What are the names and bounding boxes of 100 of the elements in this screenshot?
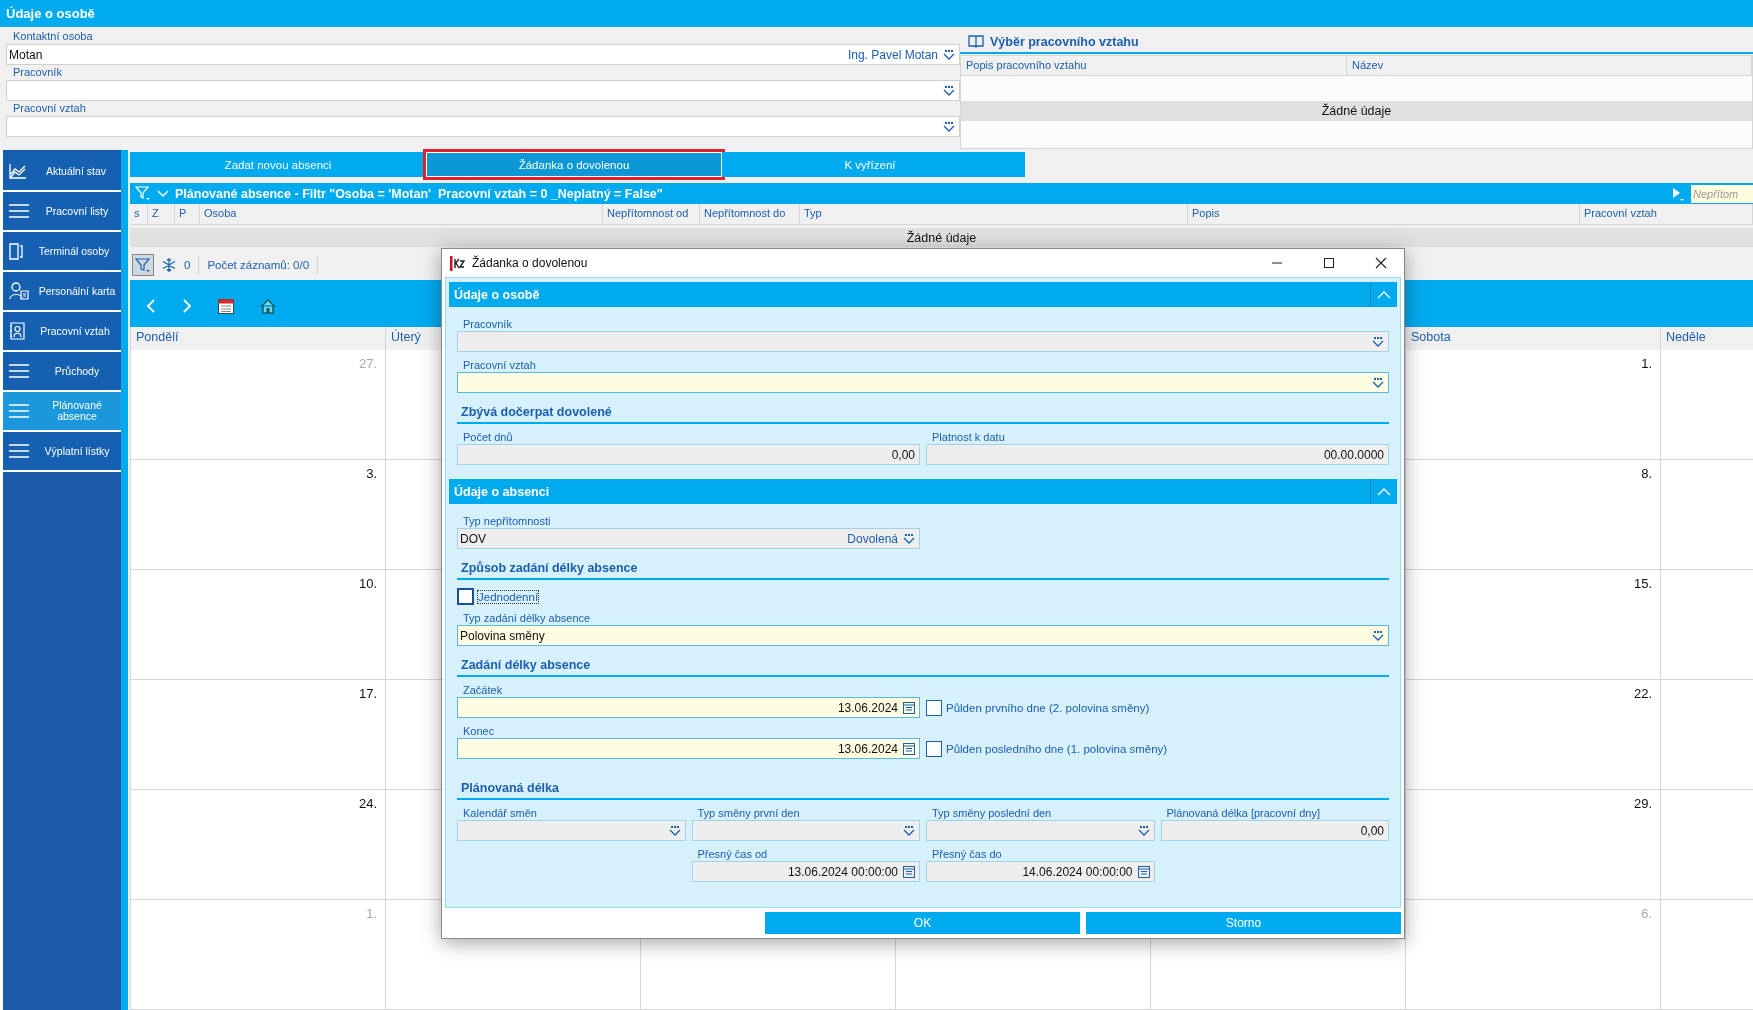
sidebar-item[interactable]: Terminál osoby bbox=[3, 232, 121, 272]
calendar-icon[interactable] bbox=[903, 742, 915, 755]
date-field[interactable]: 13.06.2024 00:00:00 bbox=[691, 861, 920, 882]
maximize-icon[interactable] bbox=[1323, 257, 1335, 269]
input-field[interactable]: Motan Ing. Pavel Motan bbox=[6, 44, 960, 65]
checkbox-label[interactable]: Jednodenní bbox=[478, 590, 539, 603]
dropdown-field[interactable]: Polovina směny bbox=[457, 625, 1389, 646]
calendar-icon[interactable] bbox=[218, 298, 234, 314]
calendar-cell[interactable] bbox=[1660, 680, 1753, 790]
door-icon bbox=[9, 242, 23, 260]
section-header: Údaje o osobě bbox=[0, 0, 1753, 27]
dropdown-icon[interactable] bbox=[943, 85, 955, 96]
dropdown-icon[interactable] bbox=[903, 533, 915, 544]
weekday-header: Úterý bbox=[391, 330, 421, 344]
close-icon[interactable] bbox=[1375, 257, 1387, 269]
input-field[interactable] bbox=[6, 116, 960, 137]
calendar-icon[interactable] bbox=[903, 701, 915, 714]
day-number: 24. bbox=[358, 796, 377, 811]
checkbox[interactable] bbox=[926, 699, 942, 716]
date-field[interactable]: 13.06.2024 bbox=[457, 738, 920, 759]
home-icon[interactable] bbox=[260, 298, 276, 314]
checkbox-label[interactable]: Půlden prvního dne (2. polovina směny) bbox=[946, 701, 1150, 714]
calendar-cell[interactable] bbox=[1660, 350, 1753, 460]
sidebar-item[interactable]: Pracovní listy bbox=[3, 192, 121, 232]
person-book-icon bbox=[9, 322, 25, 340]
calendar-cell[interactable] bbox=[1660, 460, 1753, 570]
input-field[interactable]: 0,00 bbox=[457, 444, 920, 465]
dropdown-field[interactable] bbox=[691, 820, 920, 841]
empty-message: Žádné údaje bbox=[1321, 104, 1392, 118]
filter-icon[interactable] bbox=[135, 186, 151, 201]
input-field[interactable]: 00.00.0000 bbox=[926, 444, 1389, 465]
dropdown-icon[interactable] bbox=[1137, 825, 1150, 836]
column-header[interactable]: Z bbox=[148, 204, 175, 224]
tab[interactable]: Žádanka o dovolenou bbox=[426, 152, 722, 177]
field-label: Pracovník bbox=[12, 65, 63, 80]
calendar-cell[interactable] bbox=[1660, 570, 1753, 680]
list-icon bbox=[9, 444, 29, 458]
dropdown-icon[interactable] bbox=[943, 121, 955, 132]
subsection-title: Zbývá dočerpat dovolené bbox=[457, 393, 1389, 424]
person-card-icon bbox=[9, 282, 29, 300]
dropdown-field[interactable] bbox=[457, 331, 1389, 352]
dropdown-icon[interactable] bbox=[1372, 630, 1384, 641]
sidebar-item[interactable]: Personální karta bbox=[3, 272, 121, 312]
column-header[interactable]: s bbox=[130, 204, 148, 224]
sidebar-item[interactable]: Průchody bbox=[3, 352, 121, 392]
column-header[interactable]: Název bbox=[1347, 56, 1752, 75]
checkbox-label[interactable]: Půlden posledního dne (1. polovina směny) bbox=[946, 742, 1168, 755]
column-header[interactable]: P bbox=[175, 204, 200, 224]
dropdown-field[interactable] bbox=[457, 372, 1389, 393]
calendar-icon[interactable] bbox=[903, 865, 915, 878]
chevron-up-icon[interactable] bbox=[1377, 290, 1391, 299]
day-number: 17. bbox=[358, 686, 377, 701]
chevron-down-icon[interactable] bbox=[157, 189, 169, 198]
sidebar-item[interactable]: Plánované absence bbox=[3, 392, 121, 432]
sidebar-item[interactable]: Výplatní lístky bbox=[3, 432, 121, 472]
date-field[interactable]: 13.06.2024 bbox=[457, 697, 920, 718]
dropdown-icon[interactable] bbox=[1372, 336, 1384, 347]
dropdown-icon[interactable] bbox=[668, 825, 681, 836]
dropdown-field[interactable] bbox=[457, 820, 686, 841]
sidebar-item[interactable]: Pracovní vztah bbox=[3, 312, 121, 352]
checkbox[interactable] bbox=[457, 588, 474, 605]
calendar-cell[interactable]: 17. bbox=[130, 680, 385, 790]
section-header: Údaje o osobě bbox=[449, 282, 1397, 307]
sidebar-item[interactable]: Aktuální stav bbox=[3, 152, 121, 192]
input-field[interactable] bbox=[6, 80, 960, 101]
column-header[interactable]: Nepřítomnost od bbox=[603, 204, 700, 224]
calendar-cell[interactable]: 3. bbox=[130, 460, 385, 570]
day-number: 27. bbox=[358, 356, 377, 371]
dropdown-icon[interactable] bbox=[1372, 377, 1384, 388]
dropdown-field[interactable] bbox=[926, 820, 1155, 841]
date-field[interactable]: 14.06.2024 00:00:00 bbox=[926, 861, 1155, 882]
calendar-cell[interactable] bbox=[1660, 900, 1753, 1010]
day-number: 6. bbox=[1641, 906, 1652, 921]
chevron-right-icon[interactable] bbox=[182, 299, 192, 313]
column-header[interactable]: Popis pracovního vztahu bbox=[961, 56, 1347, 75]
calendar-cell[interactable]: 24. bbox=[130, 790, 385, 900]
filter-button[interactable] bbox=[132, 254, 154, 276]
calendar-cell[interactable]: 10. bbox=[130, 570, 385, 680]
count-label: 0 bbox=[184, 259, 191, 271]
column-header[interactable]: Osoba bbox=[200, 204, 603, 224]
column-header[interactable]: Nepřítomnost do bbox=[700, 204, 800, 224]
play-icon[interactable] bbox=[1671, 186, 1685, 201]
field-label: Přesný čas od bbox=[696, 847, 769, 861]
search-field[interactable]: Nepřítom bbox=[1691, 184, 1753, 203]
empty-message: Žádné údaje bbox=[906, 230, 977, 245]
chevron-up-icon[interactable] bbox=[1377, 487, 1391, 496]
column-header[interactable]: Pracovní vztah bbox=[1580, 204, 1753, 224]
dropdown-field[interactable]: DOV Dovolená bbox=[457, 528, 920, 549]
snowflake-icon[interactable] bbox=[162, 258, 176, 272]
dropdown-icon[interactable] bbox=[943, 49, 955, 60]
input-field[interactable]: 0,00 bbox=[1160, 820, 1389, 841]
field-label: Typ směny první den bbox=[696, 806, 801, 820]
column-header[interactable]: Typ bbox=[800, 204, 1188, 224]
record-count: Počet záznamů: 0/0 bbox=[207, 259, 310, 271]
chevron-left-icon[interactable] bbox=[146, 299, 156, 313]
calendar-cell[interactable] bbox=[1660, 790, 1753, 900]
checkbox[interactable] bbox=[926, 740, 942, 757]
dropdown-icon[interactable] bbox=[903, 825, 915, 836]
calendar-icon[interactable] bbox=[1137, 865, 1150, 878]
column-header[interactable]: Popis bbox=[1188, 204, 1580, 224]
